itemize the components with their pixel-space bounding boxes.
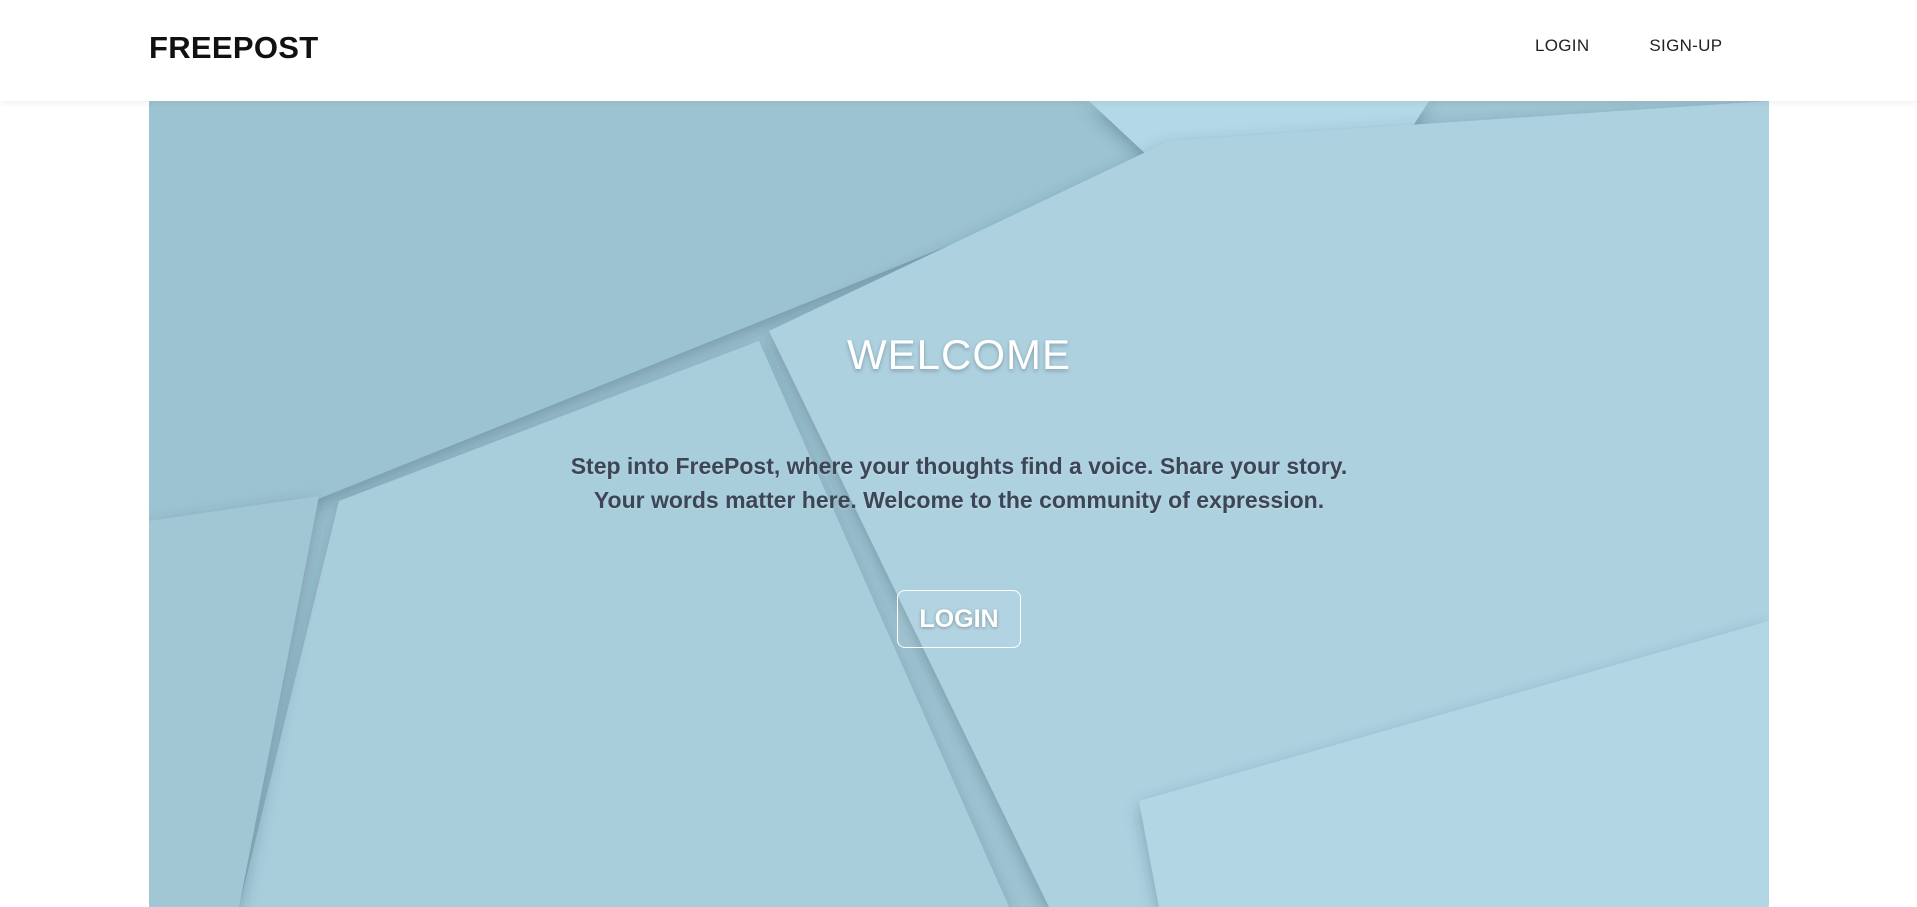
nav-links: LOGIN SIGN-UP bbox=[1535, 36, 1722, 56]
hero-content: WELCOME Step into FreePost, where your t… bbox=[149, 101, 1769, 907]
top-navbar: FREEPOST LOGIN SIGN-UP bbox=[0, 0, 1917, 101]
nav-signup-link[interactable]: SIGN-UP bbox=[1649, 36, 1722, 56]
hero-login-button[interactable]: LOGIN bbox=[897, 590, 1021, 648]
hero-description: Step into FreePost, where your thoughts … bbox=[570, 453, 1348, 513]
hero-section: WELCOME Step into FreePost, where your t… bbox=[149, 101, 1769, 907]
nav-login-link[interactable]: LOGIN bbox=[1535, 36, 1589, 56]
hero-title: WELCOME bbox=[846, 331, 1071, 378]
brand-logo[interactable]: FREEPOST bbox=[149, 30, 318, 66]
